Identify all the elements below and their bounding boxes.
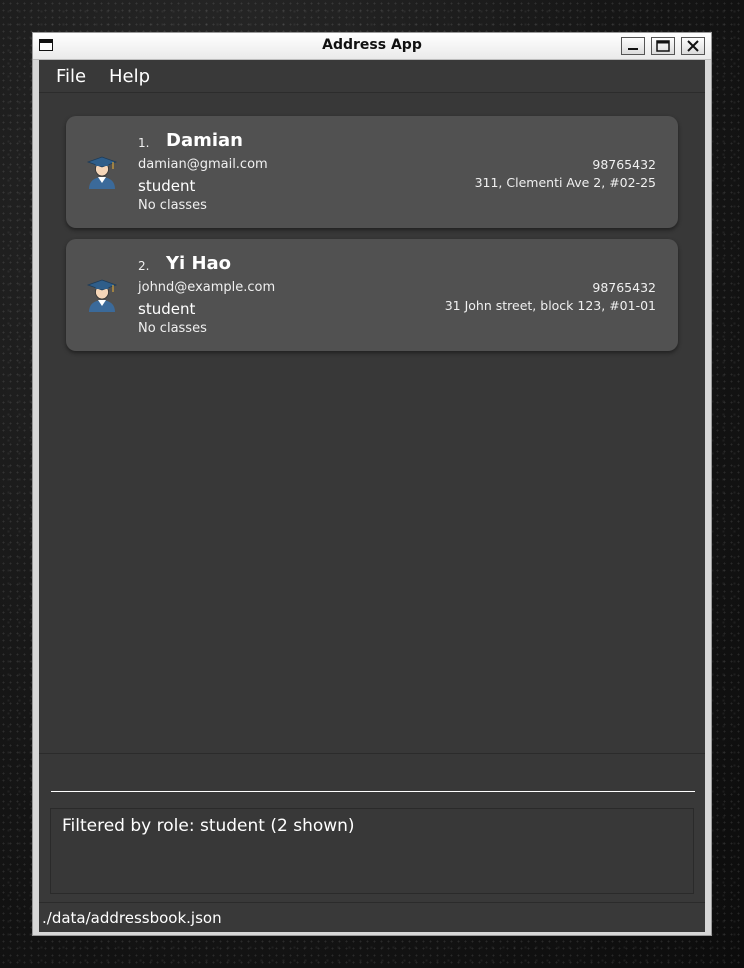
person-address: 311, Clementi Ave 2, #02-25 [474, 175, 656, 190]
person-email: damian@gmail.com [138, 157, 268, 172]
person-classes: No classes [138, 321, 207, 336]
status-bar: ./data/addressbook.json [39, 902, 705, 932]
maximize-icon [656, 40, 670, 52]
result-text: Filtered by role: student (2 shown) [62, 816, 355, 836]
person-index: 1. [138, 136, 150, 150]
person-role: student [138, 300, 196, 318]
command-box [39, 753, 705, 800]
minimize-icon [628, 48, 638, 50]
menu-help[interactable]: Help [109, 66, 150, 87]
maximize-button[interactable] [651, 37, 675, 55]
person-classes: No classes [138, 198, 207, 213]
command-input[interactable] [51, 760, 695, 792]
person-card[interactable]: 2. Yi Hao johnd@example.com student No c… [66, 239, 678, 351]
result-display[interactable]: Filtered by role: student (2 shown) [50, 808, 694, 894]
menu-bar: File Help [39, 60, 705, 93]
person-index: 2. [138, 259, 150, 273]
person-name: Damian [166, 130, 243, 151]
close-icon [687, 40, 699, 52]
app-content: File Help 1. Damian damian@gmail.com stu… [39, 60, 705, 932]
person-name: Yi Hao [166, 253, 232, 274]
app-window: Address App File Help 1. Damian damian@g… [32, 32, 712, 936]
person-role: student [138, 177, 196, 195]
title-bar[interactable]: Address App [33, 33, 711, 60]
student-graduate-icon [86, 279, 118, 312]
person-phone: 98765432 [592, 280, 656, 295]
person-phone: 98765432 [592, 157, 656, 172]
person-card[interactable]: 1. Damian damian@gmail.com student No cl… [66, 116, 678, 228]
close-button[interactable] [681, 37, 705, 55]
person-list[interactable]: 1. Damian damian@gmail.com student No cl… [39, 93, 705, 753]
save-location: ./data/addressbook.json [42, 909, 222, 927]
person-address: 31 John street, block 123, #01-01 [444, 298, 656, 313]
student-graduate-icon [86, 156, 118, 189]
menu-file[interactable]: File [56, 66, 86, 87]
person-email: johnd@example.com [138, 280, 276, 295]
minimize-button[interactable] [621, 37, 645, 55]
window-title: Address App [322, 37, 422, 53]
